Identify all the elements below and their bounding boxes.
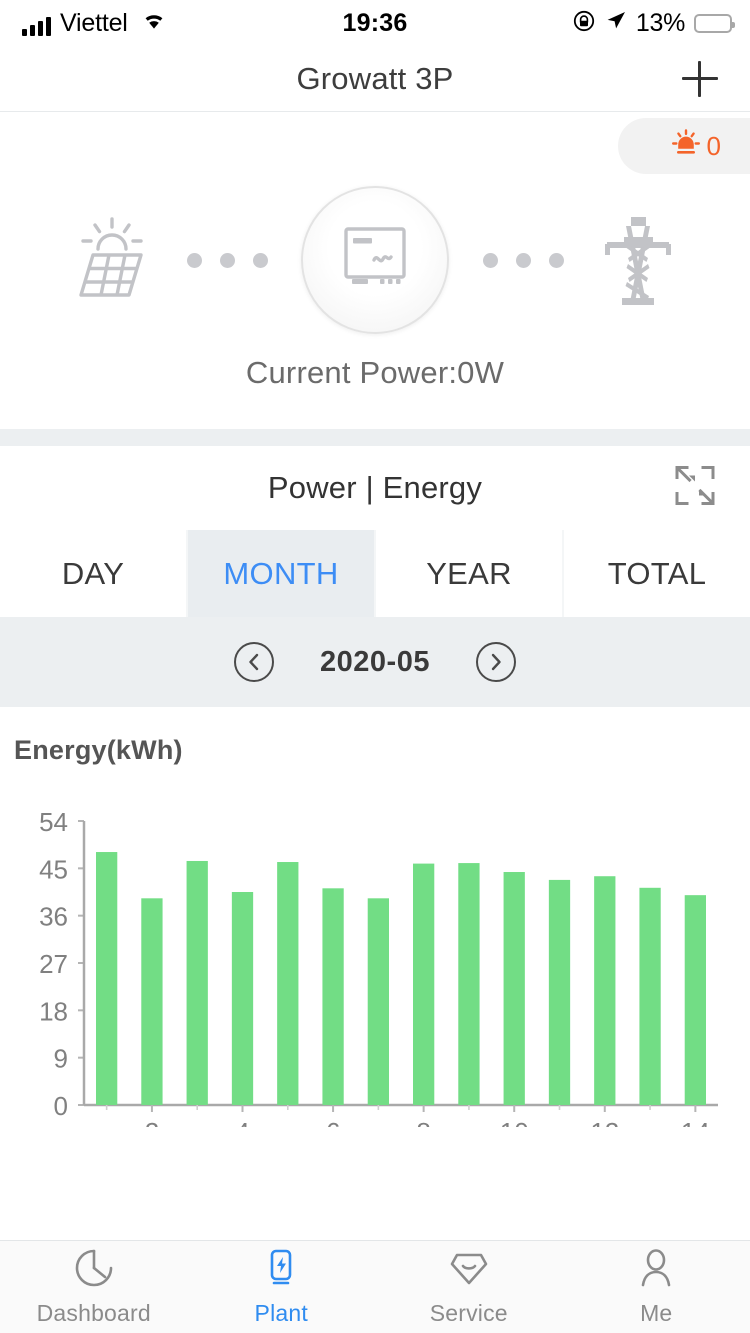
chart-bar[interactable]	[639, 887, 661, 1105]
service-smile-icon	[448, 1247, 490, 1294]
chart-bar[interactable]	[684, 895, 706, 1105]
add-plant-button[interactable]	[678, 57, 722, 101]
status-bar: Viettel 19:36 13%	[0, 0, 750, 46]
person-icon	[635, 1247, 677, 1294]
flow-dots-left	[167, 252, 287, 268]
period-tabs[interactable]: DAY MONTH YEAR TOTAL	[0, 530, 750, 617]
prev-period-button[interactable]	[234, 642, 275, 682]
current-power-label: Current Power:0W	[245, 355, 505, 390]
tabbar-item-dashboard[interactable]: Dashboard	[0, 1241, 188, 1333]
status-bar-right: 13%	[572, 0, 735, 46]
section-separator-1	[0, 429, 750, 446]
page-title: Growatt 3P	[296, 60, 454, 96]
battery-percent-label: 13%	[635, 8, 685, 37]
tabbar-label-dashboard: Dashboard	[36, 1300, 151, 1326]
x-axis-tick-label: 6	[326, 1117, 340, 1127]
date-navigator: 2020-05	[0, 617, 750, 707]
location-arrow-icon	[605, 10, 627, 37]
app-screen: Viettel 19:36 13% Growatt 3P 0 Current P…	[0, 0, 750, 1333]
x-axis-tick-label: 14	[681, 1117, 710, 1127]
chart-area: Energy(kWh) 0 9 18 27 36 45 54 2 4 6 8 10 12 14	[0, 707, 750, 1162]
y-axis-tick-label: 0	[54, 1091, 68, 1121]
energy-bar-chart[interactable]: 0 9 18 27 36 45 54 2 4 6 8 10 12 14	[0, 807, 750, 1127]
chart-bar[interactable]	[186, 860, 208, 1105]
x-axis-tick-label: 10	[500, 1117, 529, 1127]
energy-flow-panel: 0 Current Power:0W	[0, 112, 750, 429]
x-axis-tick-label: 8	[416, 1117, 430, 1127]
fullscreen-expand-icon[interactable]	[672, 463, 718, 514]
tab-month[interactable]: MONTH	[188, 530, 376, 617]
flow-diagram	[0, 170, 750, 350]
inverter-node[interactable]	[301, 186, 449, 334]
tabbar-item-me[interactable]: Me	[563, 1241, 750, 1333]
chart-bar[interactable]	[322, 888, 344, 1105]
plant-battery-bolt-icon	[260, 1247, 302, 1294]
rotation-lock-icon	[572, 9, 596, 38]
y-axis-tick-label: 9	[54, 1044, 68, 1074]
alarm-count-label: 0	[706, 130, 722, 161]
alarm-badge[interactable]: 0	[618, 118, 750, 174]
y-axis-tick-label: 54	[39, 807, 68, 837]
chart-bar[interactable]	[141, 898, 163, 1105]
y-axis-tick-label: 36	[39, 902, 68, 932]
chart-bar[interactable]	[413, 863, 435, 1105]
chart-bar[interactable]	[503, 872, 525, 1105]
tab-day[interactable]: DAY	[0, 530, 188, 617]
bottom-tab-bar[interactable]: Dashboard Plant Service Me	[0, 1240, 750, 1333]
tabbar-label-plant: Plant	[254, 1300, 308, 1326]
power-tower-icon[interactable]	[583, 212, 693, 308]
y-axis-tick-label: 45	[39, 854, 68, 884]
tabbar-item-service[interactable]: Service	[375, 1241, 563, 1333]
tabbar-label-service: Service	[429, 1300, 508, 1326]
chart-bar[interactable]	[458, 863, 480, 1105]
chart-y-axis-title: Energy(kWh)	[14, 735, 183, 765]
next-period-button[interactable]	[475, 642, 516, 682]
alarm-siren-icon	[669, 127, 703, 166]
tabbar-label-me: Me	[640, 1300, 673, 1326]
x-axis-tick-label: 4	[235, 1117, 249, 1127]
chart-bar[interactable]	[96, 852, 118, 1105]
chart-bar[interactable]	[548, 879, 571, 1105]
solar-panel-icon[interactable]	[57, 213, 167, 307]
y-axis-tick-label: 18	[39, 996, 68, 1026]
chart-bar[interactable]	[594, 876, 616, 1105]
chart-header: Power | Energy	[0, 446, 750, 530]
chart-title: Power | Energy	[267, 470, 483, 505]
dashboard-gauge-icon	[73, 1247, 115, 1294]
x-axis-tick-label: 2	[145, 1117, 159, 1127]
page-header: Growatt 3P	[0, 46, 750, 120]
current-period-label: 2020-05	[320, 645, 430, 678]
y-axis-tick-label: 27	[39, 949, 68, 979]
tab-year[interactable]: YEAR	[376, 530, 564, 617]
chart-bar[interactable]	[367, 898, 389, 1105]
battery-icon	[694, 13, 735, 33]
inverter-icon	[338, 223, 412, 298]
tabbar-item-plant[interactable]: Plant	[188, 1241, 376, 1333]
chart-bar[interactable]	[277, 862, 299, 1105]
chart-bar[interactable]	[231, 892, 254, 1105]
flow-dots-right	[463, 252, 583, 268]
x-axis-tick-label: 12	[590, 1117, 619, 1127]
tab-total[interactable]: TOTAL	[564, 530, 750, 617]
